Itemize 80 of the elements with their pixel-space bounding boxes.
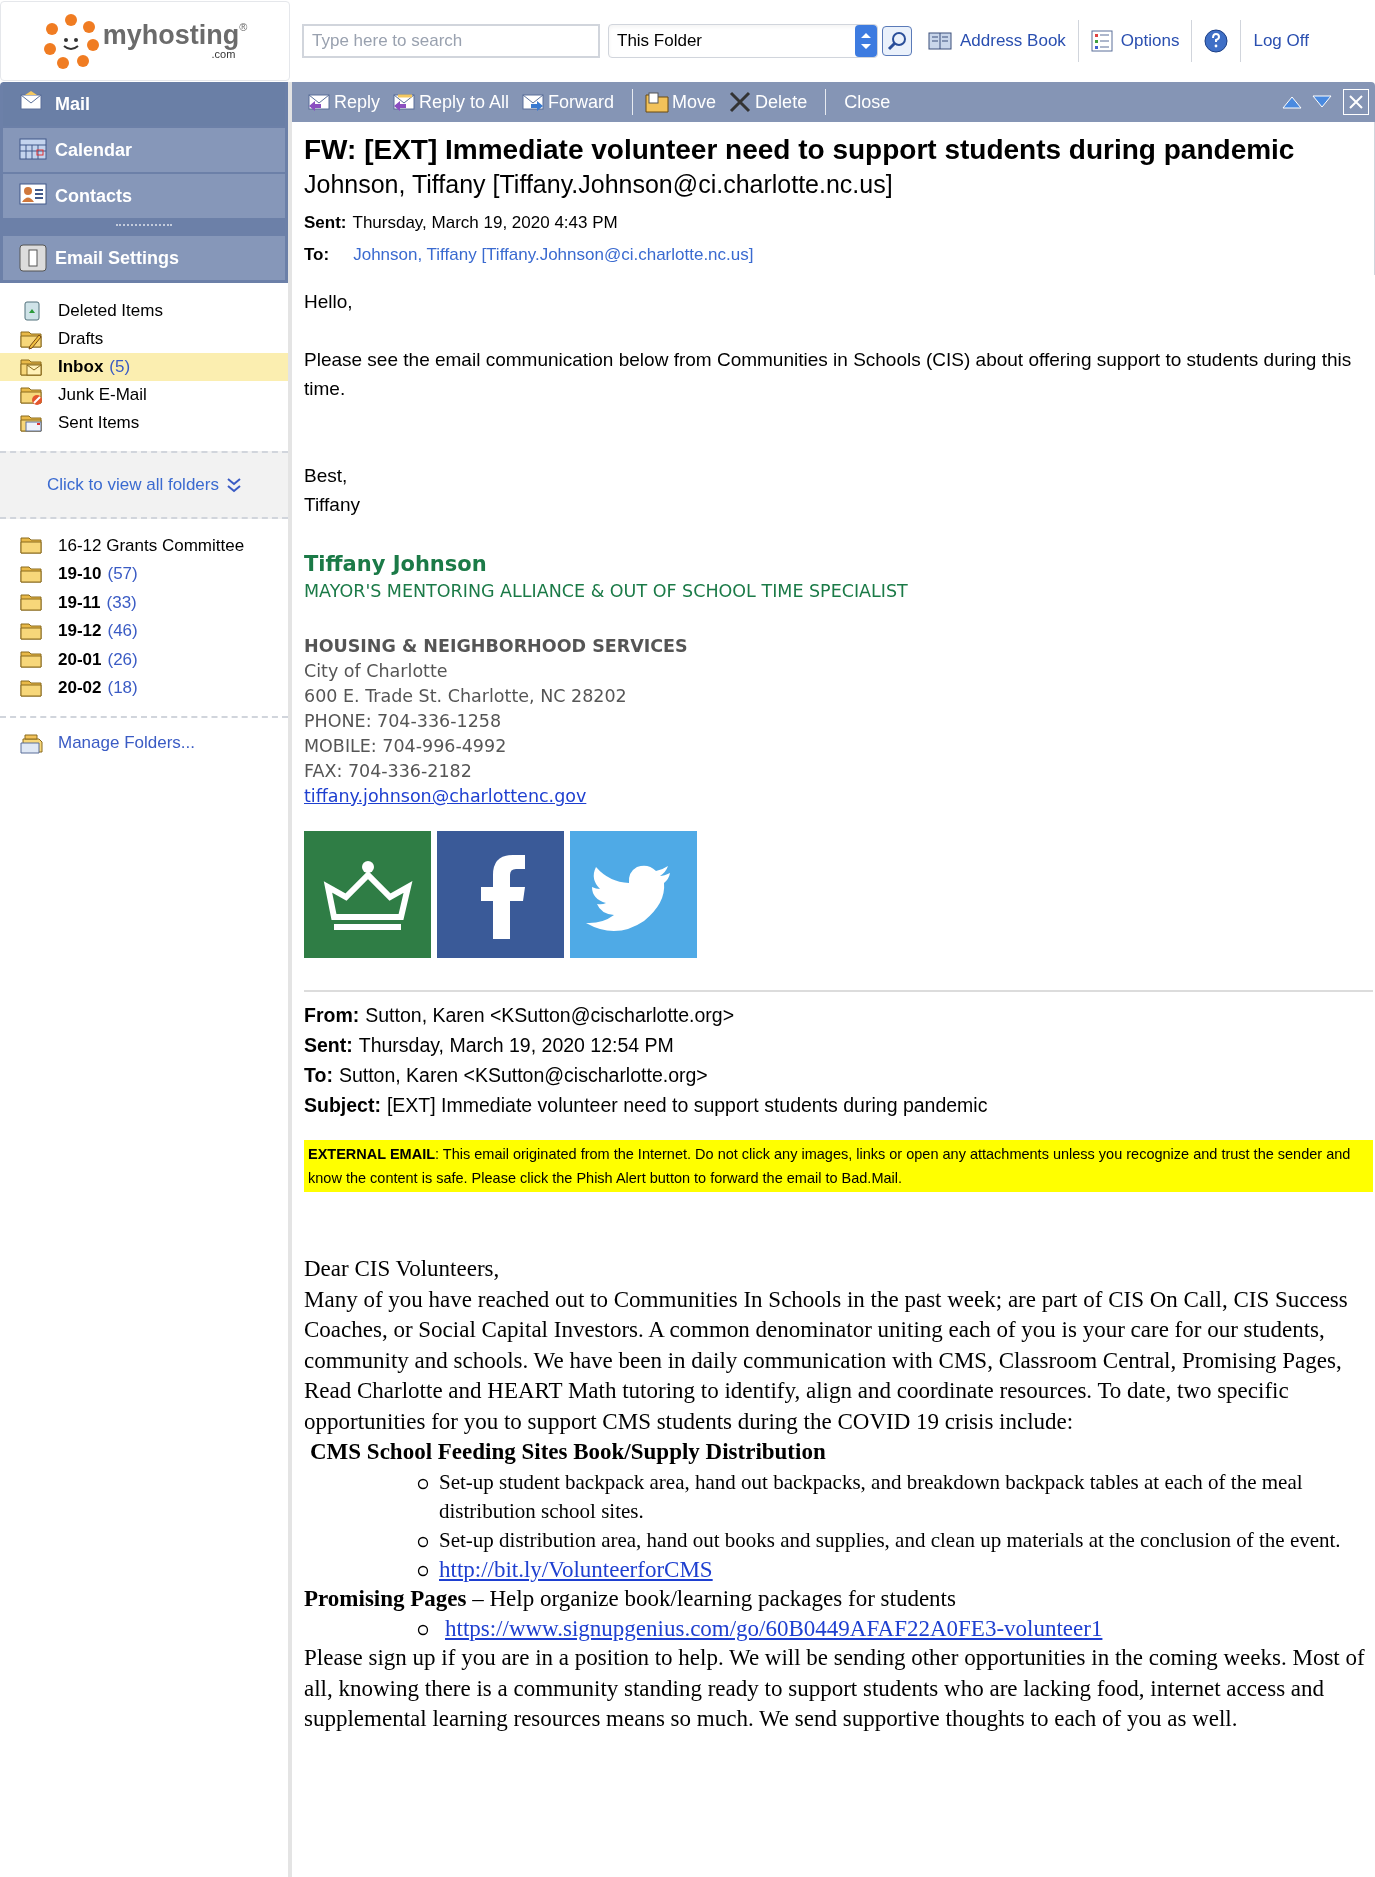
down-arrow-icon [1311, 94, 1333, 110]
signature-title: MAYOR'S MENTORING ALLIANCE & OUT OF SCHOOL TIME SPECIALIST [304, 580, 909, 603]
folder-item[interactable]: 16-12 Grants Committee [0, 531, 288, 560]
field-label: From: [304, 1003, 360, 1028]
list-item-text: Set-up distribution area, hand out books and supplies, and clean up materials at the conclusion of the event. [439, 1526, 1341, 1554]
closing-text: Best, [304, 464, 349, 488]
scope-dropdown[interactable]: This Folder [608, 24, 878, 58]
signature-line: 600 E. Trade St. Charlotte, NC 28202 [304, 685, 628, 708]
bullet-circle-icon [417, 1535, 429, 1548]
header-link[interactable]: Log Off [1253, 28, 1309, 54]
search-button[interactable] [882, 26, 912, 56]
folder-item[interactable]: Drafts [0, 325, 288, 353]
letter-paragraph: Many of you have reached out to Communities In Schools in the past week; are part of CIS On Call, CIS Success Coaches, or Social Capital Investors. A common denominator uniting each of you is your care for our students, community and schools. We have been in daily communication with CMS, Classroom Central, Promising Pages, Read Charlotte and HEART Math tutoring to identify, align and coordinate resources. To date, two specific opportunities for you to support CMS students during the COVID 19 crisis include: [304, 1285, 1349, 1436]
field-value: Sutton, Karen <KSutton@cischarlotte.org> [338, 1063, 708, 1088]
flower-logo-icon [42, 13, 99, 69]
folder-item[interactable]: Inbox (5) [0, 353, 288, 381]
folder-item[interactable]: 19-10 (57) [0, 559, 288, 588]
letter-paragraph: Promising Pages – Help organize book/learning packages for students [304, 1584, 957, 1613]
help-icon [1204, 29, 1229, 53]
field-label: Sent: [304, 1033, 353, 1058]
header-link[interactable]: Options [1090, 28, 1180, 54]
signature-line: PHONE: 704-336-1258 [304, 710, 503, 733]
url-link[interactable]: http://bit.ly/VolunteerforCMS [439, 1554, 713, 1584]
bullet-circle-icon [417, 1477, 429, 1490]
registered-mark: ® [239, 22, 248, 33]
signature-line: MOBILE: 704-996-4992 [304, 735, 508, 758]
signature-department: HOUSING & NEIGHBORHOOD SERVICES [304, 635, 689, 658]
email-link[interactable]: tiffany.johnson@charlottenc.gov [304, 784, 587, 809]
field-label: To: [304, 243, 330, 266]
salutation-text: Dear CIS Volunteers, [304, 1255, 501, 1283]
search-field[interactable]: Type here to search [302, 24, 600, 58]
up-arrow-icon [1281, 94, 1303, 110]
book-icon [928, 31, 952, 51]
field-value: Thursday, March 19, 2020 12:54 PM [358, 1033, 674, 1058]
body-paragraph: Please see the email communication below from Communities in Schools (CIS) about offering support to students during this time. [304, 348, 1353, 401]
signature-line: City of Charlotte [304, 660, 449, 683]
field-value: [EXT] Immediate volunteer need to support students during pandemic [386, 1093, 988, 1118]
folder-item[interactable]: Sent Items [0, 409, 288, 437]
sent-date: Thursday, March 19, 2020 4:43 PM [352, 212, 618, 234]
field-value: Sutton, Karen <KSutton@cischarlotte.org> [365, 1003, 735, 1028]
section-heading: CMS School Feeding Sites Book/Supply Distribution [309, 1438, 827, 1466]
close-button[interactable] [1343, 89, 1369, 115]
logo-text: myhosting [102, 22, 240, 49]
sender-name: Johnson, Tiffany [Tiffany.Johnson@ci.charlotte.nc.us] [304, 169, 894, 200]
folder-item[interactable]: 20-02 (18) [0, 673, 288, 702]
message-subject: FW: [EXT] Immediate volunteer need to support students during pandemic [304, 133, 1296, 167]
logo-suffix: .com [211, 49, 236, 60]
manage-folders-link[interactable]: Manage Folders... [58, 730, 195, 756]
folder-item[interactable]: Junk E-Mail [0, 381, 288, 409]
folder-item[interactable]: 19-11 (33) [0, 588, 288, 617]
close-icon [1349, 95, 1363, 109]
list-icon [1090, 30, 1113, 52]
warning-banner: EXTERNAL EMAIL: This email originated from the Internet. Do not click any images, links or open any attachments unless you recognize and trust the sender and know the content is safe. Please click the Phish Alert button to forward the email to Bad.Mail. [304, 1140, 1373, 1192]
field-label: Sent: [304, 212, 347, 234]
signature-line: FAX: 704-336-2182 [304, 760, 473, 783]
url-link[interactable]: https://www.signupgenius.com/go/60B0449AFAF22A0FE3-volunteer1 [445, 1614, 1103, 1643]
x-icon [728, 90, 753, 114]
greeting-text: Hello, [304, 290, 354, 314]
bullet-circle-icon [417, 1564, 429, 1577]
signature-name: Tiffany Johnson [304, 551, 488, 578]
folder-item[interactable]: 20-01 (26) [0, 645, 288, 674]
help-button[interactable] [1204, 29, 1229, 53]
recipient-link[interactable]: Johnson, Tiffany [Tiffany.Johnson@ci.charlotte.nc.us] [353, 241, 754, 267]
bullet-circle-icon [417, 1624, 429, 1636]
double-chevron-icon [226, 477, 241, 493]
letter-paragraph: Please sign up if you are in a position to help. We will be sending other opportunities in the coming weeks. Most of all, knowing there is a community standing ready to support students who are lacking food, internet access and supplemental learning resources means so much. We send supportive thoughts to each of you as well. [304, 1644, 1366, 1733]
header-link[interactable]: Address Book [928, 28, 1066, 54]
folder-icon [645, 90, 670, 114]
f-logo-icon [437, 831, 564, 958]
folder-item[interactable]: 19-12 (46) [0, 616, 288, 645]
up-down-caret-icon [855, 25, 877, 57]
search-icon [887, 31, 907, 51]
signoff-text: Tiffany [304, 493, 361, 517]
switch-icon [19, 244, 47, 272]
field-label: To: [304, 1063, 333, 1088]
list-item-text: Set-up student backpack area, hand out backpacks, and breakdown backpack tables at each of the meal distribution school sites. [439, 1468, 1304, 1525]
field-label: Subject: [304, 1093, 381, 1118]
crown-logo-icon [304, 831, 431, 958]
bird-logo-icon [570, 831, 697, 958]
folder-item[interactable]: Deleted Items [0, 297, 288, 325]
